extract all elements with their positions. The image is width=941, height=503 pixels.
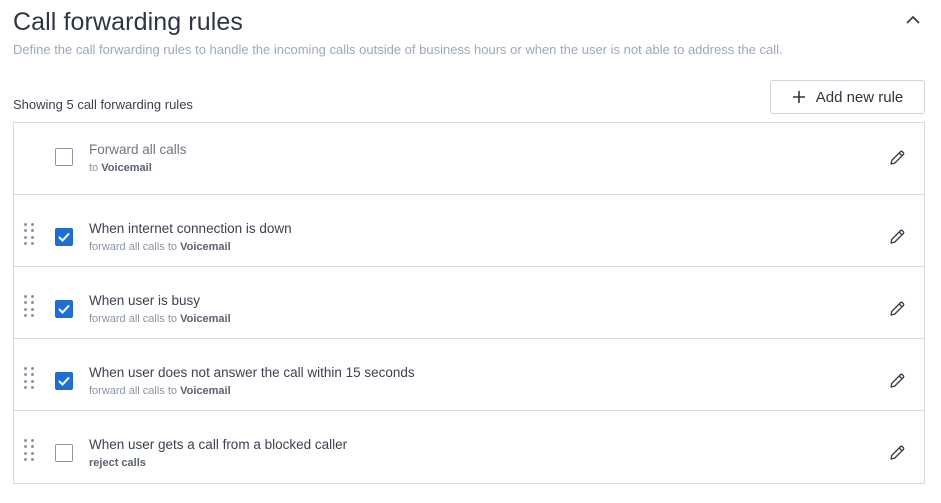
page-subtitle: Define the call forwarding rules to hand… — [13, 42, 783, 57]
pencil-icon — [890, 301, 905, 316]
checkmark-icon — [58, 304, 70, 314]
add-new-rule-label: Add new rule — [815, 88, 904, 106]
plus-icon — [792, 90, 806, 104]
rule-prefix: forward all calls to — [89, 241, 181, 253]
rule-target: Voicemail — [180, 385, 231, 397]
drag-handle-icon[interactable] — [24, 439, 34, 461]
rule-row: When user gets a call from a blocked cal… — [14, 411, 924, 483]
edit-rule-button[interactable] — [886, 370, 908, 392]
chevron-up-icon — [906, 15, 920, 24]
rule-checkbox[interactable] — [55, 444, 73, 462]
rule-row: When user does not answer the call withi… — [14, 339, 924, 411]
page-title: Call forwarding rules — [13, 8, 243, 36]
rules-table: Forward all calls to Voicemail When inte… — [13, 122, 925, 484]
edit-rule-button[interactable] — [886, 298, 908, 320]
rule-subtitle: forward all calls to Voicemail — [89, 313, 231, 325]
drag-handle-icon[interactable] — [24, 223, 34, 245]
edit-rule-button[interactable] — [886, 147, 908, 169]
rule-count: Showing 5 call forwarding rules — [13, 97, 193, 112]
rule-title: Forward all calls — [89, 142, 187, 157]
rule-prefix: forward all calls to — [89, 313, 181, 325]
rule-subtitle: forward all calls to Voicemail — [89, 241, 231, 253]
collapse-section-button[interactable] — [902, 8, 924, 30]
rule-row: When internet connection is down forward… — [14, 195, 924, 267]
drag-handle-icon[interactable] — [24, 367, 34, 389]
checkmark-icon — [58, 232, 70, 242]
rule-target: Voicemail — [180, 313, 231, 325]
rule-target: Voicemail — [101, 162, 152, 174]
rule-title: When internet connection is down — [89, 221, 292, 236]
pencil-icon — [890, 150, 905, 165]
rule-prefix: forward all calls to — [89, 385, 181, 397]
rule-row: When user is busy forward all calls to V… — [14, 267, 924, 339]
pencil-icon — [890, 373, 905, 388]
rule-checkbox[interactable] — [55, 372, 73, 390]
rule-title: When user does not answer the call withi… — [89, 365, 415, 380]
rule-checkbox[interactable] — [55, 300, 73, 318]
add-new-rule-button[interactable]: Add new rule — [770, 80, 925, 114]
rule-subtitle: to Voicemail — [89, 162, 152, 174]
rule-prefix: to — [89, 162, 102, 174]
rule-title: When user is busy — [89, 293, 201, 308]
edit-rule-button[interactable] — [886, 226, 908, 248]
rule-row: Forward all calls to Voicemail — [14, 123, 924, 195]
rule-checkbox[interactable] — [55, 228, 73, 246]
edit-rule-button[interactable] — [886, 442, 908, 464]
rule-target: Voicemail — [180, 241, 231, 253]
rule-subtitle: forward all calls to Voicemail — [89, 385, 231, 397]
drag-handle-icon[interactable] — [24, 295, 34, 317]
rule-action: reject calls — [89, 457, 146, 469]
checkmark-icon — [58, 376, 70, 386]
pencil-icon — [890, 445, 905, 460]
rule-title: When user gets a call from a blocked cal… — [89, 437, 348, 452]
pencil-icon — [890, 229, 905, 244]
rule-checkbox[interactable] — [55, 148, 73, 166]
